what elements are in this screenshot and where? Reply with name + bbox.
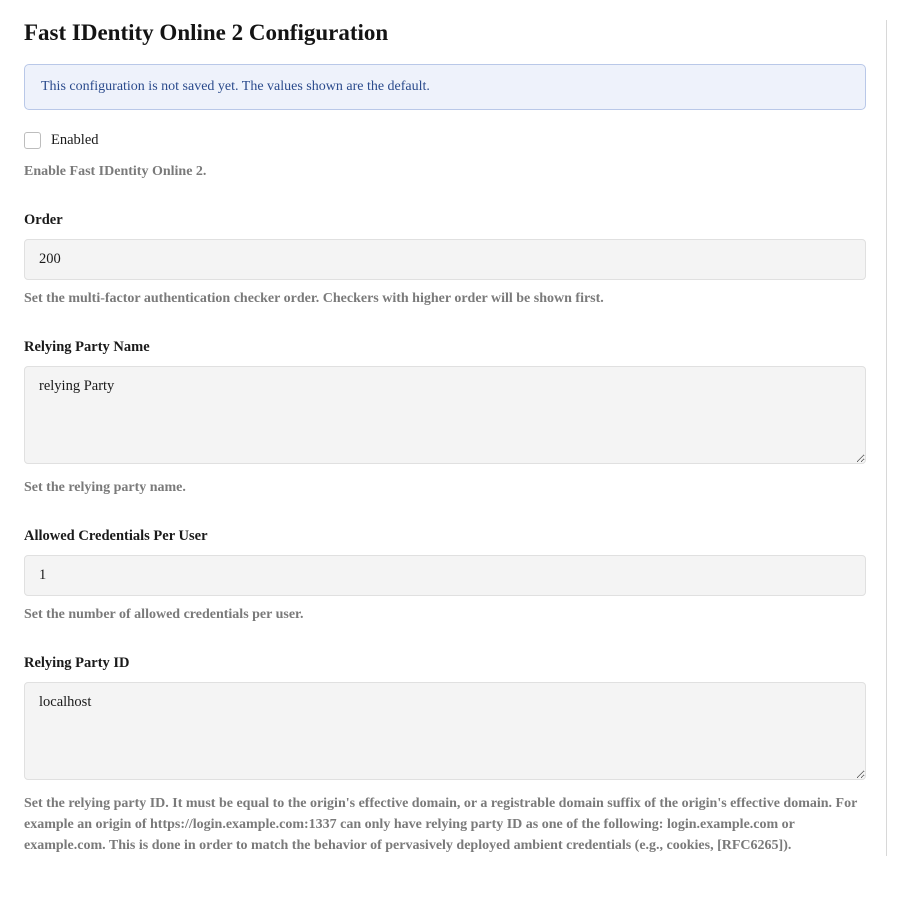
enabled-checkbox[interactable]	[24, 132, 41, 149]
order-label: Order	[24, 212, 866, 229]
page-title: Fast IDentity Online 2 Configuration	[24, 20, 866, 46]
relying-party-name-input[interactable]	[24, 366, 866, 464]
unsaved-alert-text: This configuration is not saved yet. The…	[41, 79, 430, 94]
allowed-credentials-label: Allowed Credentials Per User	[24, 528, 866, 545]
unsaved-alert: This configuration is not saved yet. The…	[24, 64, 866, 110]
enabled-help: Enable Fast IDentity Online 2.	[24, 161, 866, 182]
relying-party-id-input[interactable]	[24, 682, 866, 780]
order-input[interactable]	[24, 239, 866, 280]
enabled-label: Enabled	[51, 132, 99, 149]
relying-party-name-help: Set the relying party name.	[24, 477, 866, 498]
allowed-credentials-input[interactable]	[24, 555, 866, 596]
relying-party-id-help: Set the relying party ID. It must be equ…	[24, 793, 866, 856]
allowed-credentials-help: Set the number of allowed credentials pe…	[24, 604, 866, 625]
relying-party-id-label: Relying Party ID	[24, 655, 866, 672]
order-help: Set the multi-factor authentication chec…	[24, 288, 866, 309]
relying-party-name-label: Relying Party Name	[24, 339, 866, 356]
